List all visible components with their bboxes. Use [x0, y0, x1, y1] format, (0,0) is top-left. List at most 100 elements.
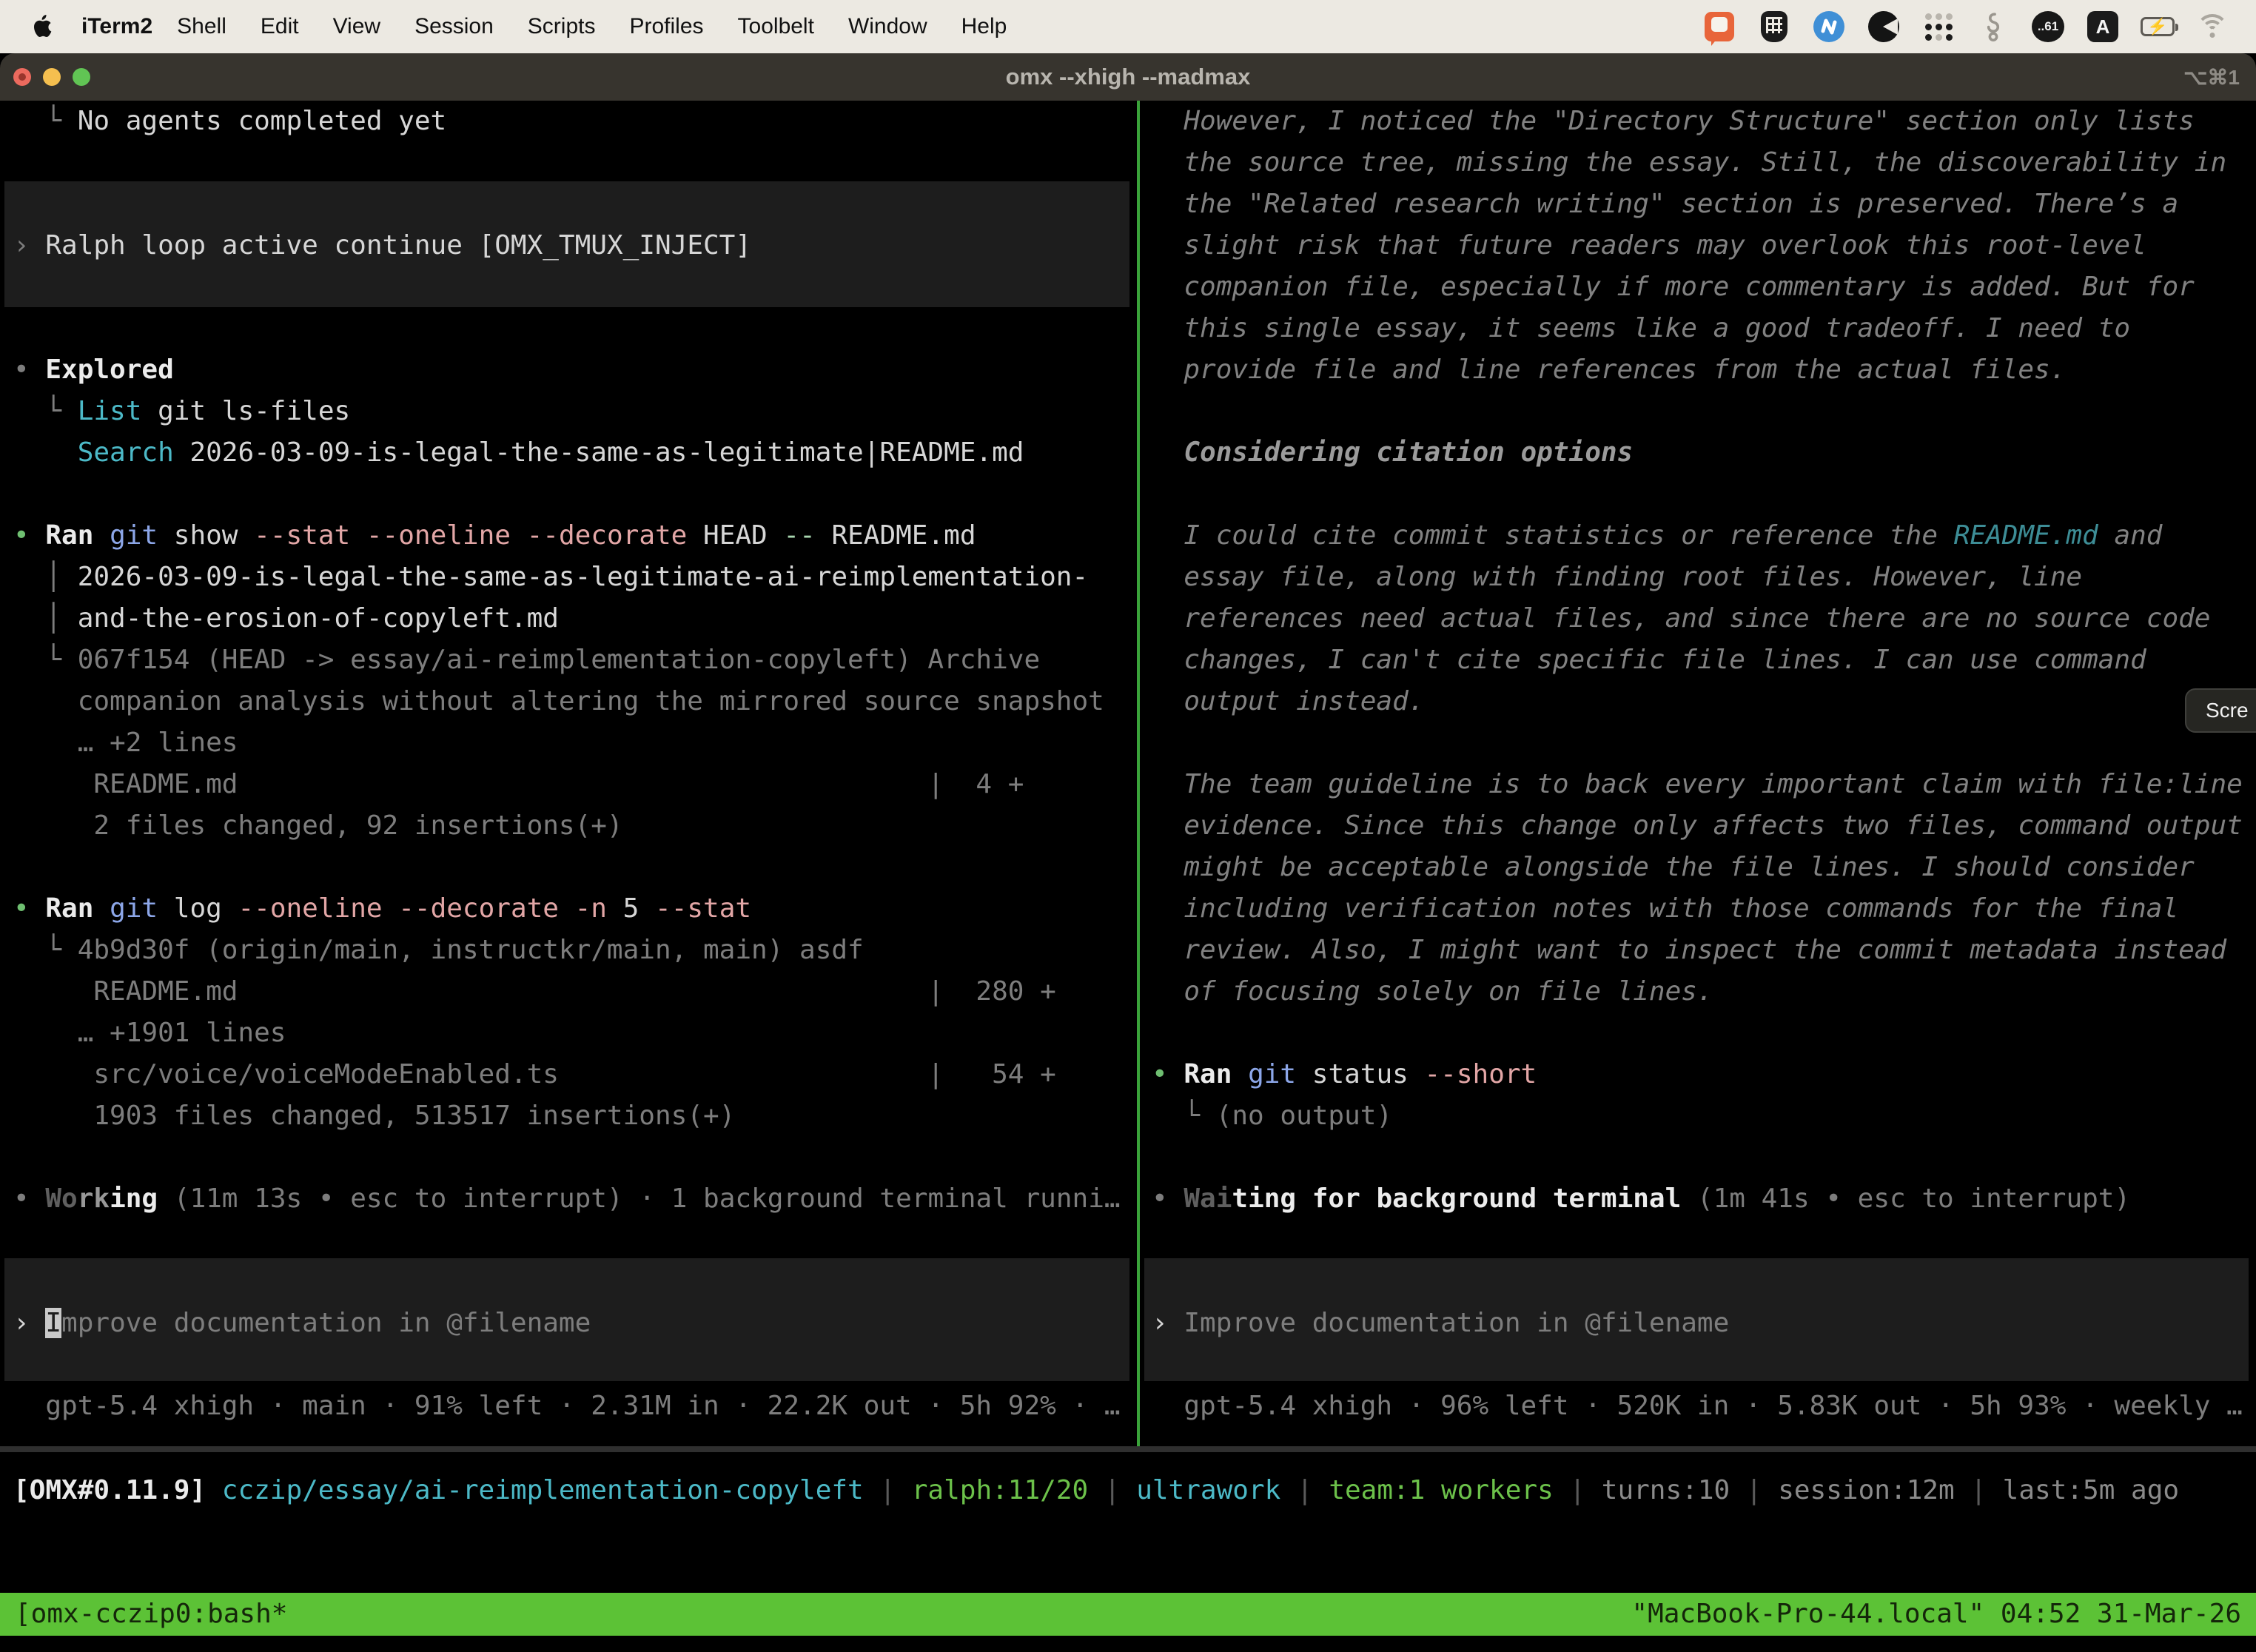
menu-item-toolbelt[interactable]: Toolbelt [721, 14, 831, 39]
terminal-line: the "Related research writing" section i… [1152, 184, 2256, 225]
terminal-line: └ List git ls-files [13, 391, 1137, 432]
menu-item-window[interactable]: Window [831, 14, 944, 39]
terminal-line [1152, 391, 2256, 432]
terminal-line [13, 1220, 1137, 1261]
terminal-line: │ 2026-03-09-is-legal-the-same-as-legiti… [13, 557, 1137, 598]
terminal-line: I could cite commit statistics or refere… [1152, 515, 2256, 557]
terminal-line: README.md | 4 + [13, 764, 1137, 805]
window-title-bar[interactable]: omx --xhigh --madmax ⌥⌘1 [0, 53, 2256, 101]
terminal-line: The team guideline is to back every impo… [1152, 764, 2256, 805]
terminal-line [13, 142, 1137, 184]
right-pane-lines: However, I noticed the "Directory Struct… [1152, 101, 2256, 1427]
terminal-line: └ No agents completed yet [13, 101, 1137, 142]
horizontal-divider [0, 1446, 2256, 1452]
terminal-line: changes, I can't cite specific file line… [1152, 639, 2256, 681]
terminal-line: └ 4b9d30f (origin/main, instructkr/main,… [13, 930, 1137, 971]
terminal-line: of focusing solely on file lines. [1152, 971, 2256, 1013]
terminal-area: └ No agents completed yet › Ralph loop ac… [0, 101, 2256, 1446]
terminal-line: review. Also, I might want to inspect th… [1152, 930, 2256, 971]
terminal-line: └ (no output) [1152, 1095, 2256, 1137]
terminal-line: 1903 files changed, 513517 insertions(+) [13, 1095, 1137, 1137]
window-title: omx --xhigh --madmax [0, 64, 2256, 90]
terminal-line [13, 1137, 1137, 1178]
terminal-line: › Ralph loop active continue [OMX_TMUX_I… [13, 225, 1137, 266]
terminal-line [1152, 1261, 2256, 1303]
terminal-line: this single essay, it seems like a good … [1152, 308, 2256, 349]
chat-bubble-icon[interactable] [1702, 10, 1736, 44]
terminal-line: │ and-the-erosion-of-copyleft.md [13, 598, 1137, 639]
tmux-host-clock: "MacBook-Pro-44.local" 04:52 31-Mar-26 [1631, 1593, 2241, 1636]
terminal-line: essay file, along with finding root file… [1152, 557, 2256, 598]
menu-item-profiles[interactable]: Profiles [612, 14, 720, 39]
terminal-line: • Explored [13, 349, 1137, 391]
terminal-line: └ 067f154 (HEAD -> essay/ai-reimplementa… [13, 639, 1137, 681]
hook-icon[interactable] [1976, 10, 2010, 44]
terminal-line [13, 474, 1137, 515]
terminal-line [1152, 474, 2256, 515]
menu-app-name[interactable]: iTerm2 [81, 14, 152, 39]
menu-items: ShellEditViewSessionScriptsProfilesToolb… [160, 14, 1024, 39]
menu-status-icons: ..61 A ⚡ [1702, 10, 2256, 44]
terminal-line: › Improve documentation in @filename [1152, 1303, 2256, 1344]
menu-item-edit[interactable]: Edit [244, 14, 316, 39]
iterm-window: omx --xhigh --madmax ⌥⌘1 └ No agents com… [0, 53, 2256, 1652]
menu-item-shell[interactable]: Shell [160, 14, 244, 39]
terminal-line: might be acceptable alongside the file l… [1152, 847, 2256, 888]
price-circle-icon[interactable]: ..61 [2031, 10, 2065, 44]
terminal-line: src/voice/voiceModeEnabled.ts | 54 + [13, 1054, 1137, 1095]
apple-logo-icon[interactable] [31, 12, 56, 41]
terminal-line: • Ran git show --stat --oneline --decora… [13, 515, 1137, 557]
terminal-line [1152, 1013, 2256, 1054]
screen-share-tooltip-text: Scre [2206, 699, 2249, 722]
a-square-icon[interactable]: A [2086, 10, 2120, 44]
terminal-line: • Ran git log --oneline --decorate -n 5 … [13, 888, 1137, 930]
terminal-line: Considering citation options [1152, 432, 2256, 474]
screen: iTerm2 ShellEditViewSessionScriptsProfil… [0, 0, 2256, 1652]
terminal-line [13, 266, 1137, 308]
menu-item-help[interactable]: Help [944, 14, 1024, 39]
left-terminal-pane[interactable]: └ No agents completed yet › Ralph loop ac… [0, 101, 1137, 1446]
terminal-line: However, I noticed the "Directory Struct… [1152, 101, 2256, 142]
terminal-line: companion analysis without altering the … [13, 681, 1137, 722]
terminal-line [1152, 1344, 2256, 1386]
terminal-line: … +2 lines [13, 722, 1137, 764]
terminal-line [13, 184, 1137, 225]
tmux-session-window[interactable]: [omx-cczip0:bash* [15, 1593, 287, 1636]
terminal-line: 2 files changed, 92 insertions(+) [13, 805, 1137, 847]
omx-status-line: [OMX#0.11.9] cczip/essay/ai-reimplementa… [0, 1452, 2256, 1526]
terminal-line [1152, 1137, 2256, 1178]
terminal-line: • Working (11m 13s • esc to interrupt) ·… [13, 1178, 1137, 1220]
terminal-line: references need actual files, and since … [1152, 598, 2256, 639]
terminal-line [13, 847, 1137, 888]
terminal-line: • Ran git status --short [1152, 1054, 2256, 1095]
menu-item-session[interactable]: Session [397, 14, 511, 39]
k-circle-icon[interactable] [1867, 10, 1901, 44]
terminal-line: Search 2026-03-09-is-legal-the-same-as-l… [13, 432, 1137, 474]
right-terminal-pane[interactable]: However, I noticed the "Directory Struct… [1140, 101, 2256, 1446]
menu-item-scripts[interactable]: Scripts [511, 14, 613, 39]
screen-share-tooltip[interactable]: Scre [2185, 688, 2256, 733]
battery-charging-icon[interactable]: ⚡ [2141, 10, 2175, 44]
terminal-line: … +1901 lines [13, 1013, 1137, 1054]
terminal-line: provide file and line references from th… [1152, 349, 2256, 391]
terminal-line [13, 1261, 1137, 1303]
menu-item-view[interactable]: View [316, 14, 397, 39]
tmux-status-bar: [omx-cczip0:bash* "MacBook-Pro-44.local"… [0, 1593, 2256, 1636]
macos-menu-bar: iTerm2 ShellEditViewSessionScriptsProfil… [0, 0, 2256, 53]
blue-badge-icon[interactable] [1812, 10, 1846, 44]
terminal-line: › Improve documentation in @filename [13, 1303, 1137, 1344]
wifi-icon[interactable] [2195, 10, 2229, 44]
terminal-line [1152, 722, 2256, 764]
terminal-line [13, 308, 1137, 349]
shield-grid-icon[interactable] [1757, 10, 1791, 44]
terminal-line [1152, 1220, 2256, 1261]
terminal-line: the source tree, missing the essay. Stil… [1152, 142, 2256, 184]
terminal-line: slight risk that future readers may over… [1152, 225, 2256, 266]
window-shortcut-badge: ⌥⌘1 [2183, 65, 2240, 90]
terminal-line: output instead. [1152, 681, 2256, 722]
terminal-line: including verification notes with those … [1152, 888, 2256, 930]
terminal-line: • Waiting for background terminal (1m 41… [1152, 1178, 2256, 1220]
left-pane-lines: └ No agents completed yet › Ralph loop ac… [13, 101, 1137, 1427]
dots-grid-icon[interactable] [1921, 10, 1955, 44]
terminal-line [13, 1344, 1137, 1386]
